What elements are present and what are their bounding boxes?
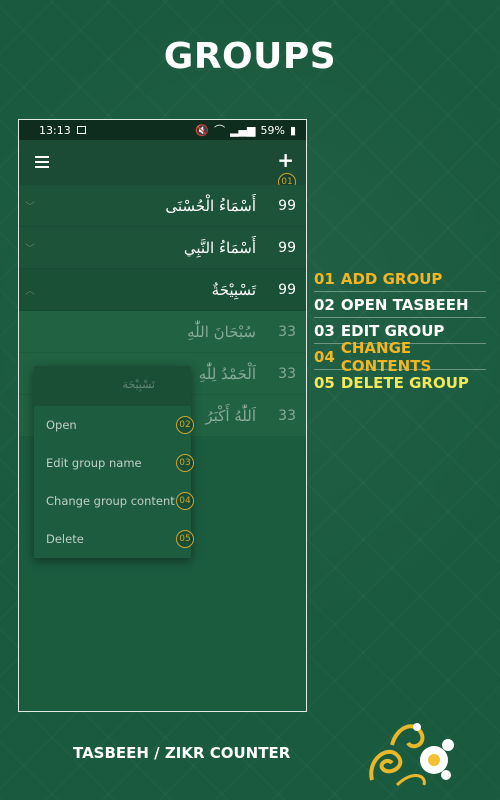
legend-item: 02 OPEN TASBEEH xyxy=(314,292,486,318)
group-label: أَسْمَاءُ الْحُسْنَى xyxy=(165,196,256,215)
context-menu-item[interactable]: Change group content 04 xyxy=(34,482,194,520)
context-menu-header: تَسْبِيْحَة xyxy=(34,366,191,406)
legend-item: 01 ADD GROUP xyxy=(314,266,486,292)
group-label: تَسْبِيْحَةٌ xyxy=(211,280,256,299)
legend-label: OPEN TASBEEH xyxy=(340,295,469,314)
group-row[interactable]: ﹀ أَسْمَاءُ الْحُسْنَى 99 xyxy=(19,185,306,227)
chevron-down-icon[interactable]: ﹀ xyxy=(25,198,35,213)
tasbeeh-label: اَللّٰهُ أَكْبَرُ xyxy=(205,406,256,425)
step-badge: 04 xyxy=(176,492,194,510)
context-menu-item[interactable]: Open 02 xyxy=(34,406,194,444)
chevron-down-icon[interactable]: ﹀ xyxy=(25,240,35,255)
legend-label: EDIT GROUP xyxy=(340,321,445,340)
group-count: 99 xyxy=(278,197,296,214)
status-time: 13:13 xyxy=(39,123,71,137)
context-menu: تَسْبِيْحَة Open 02 Edit group name 03 Chang… xyxy=(34,366,194,558)
legend-label: ADD GROUP xyxy=(340,269,443,288)
legend-number: 01 xyxy=(314,269,335,288)
legend-item: 04 CHANGE CONTENTS xyxy=(314,339,486,375)
gallery-icon xyxy=(76,126,86,134)
chevron-up-icon[interactable]: ︿ xyxy=(25,282,35,297)
context-menu-item[interactable]: Delete 05 xyxy=(34,520,194,558)
footer-title: TASBEEH / ZIKR COUNTER xyxy=(73,744,291,762)
wifi-icon: ⌒ xyxy=(214,124,226,137)
battery-icon: ▮ xyxy=(289,123,296,137)
context-menu-item-label: Open xyxy=(46,418,77,432)
legend-item: 05 DELETE GROUP xyxy=(314,370,486,396)
status-bar: 13:13 🔇 ⌒ ▂▄▆ 59% ▮ xyxy=(19,120,306,140)
tasbeeh-count: 33 xyxy=(278,323,296,340)
group-count: 99 xyxy=(278,281,296,298)
mute-icon: 🔇 xyxy=(195,123,210,137)
step-badge: 02 xyxy=(176,416,194,434)
context-menu-item-label: Delete xyxy=(46,532,84,546)
tasbeeh-label: سُبْحَانَ اللّٰهِ xyxy=(187,322,256,341)
legend-number: 04 xyxy=(314,347,335,366)
add-group-button[interactable]: + xyxy=(277,150,294,170)
menu-icon[interactable] xyxy=(35,156,49,168)
tasbeeh-count: 33 xyxy=(278,365,296,382)
group-label: أَسْمَاءُ النَّبِي xyxy=(183,238,256,257)
group-row[interactable]: ﹀ أَسْمَاءُ النَّبِي 99 xyxy=(19,227,306,269)
app-bar: + 01 xyxy=(19,140,306,191)
feature-legend: 01 ADD GROUP 02 OPEN TASBEEH 03 EDIT GROUP 04 C… xyxy=(314,266,486,396)
floral-ornament-icon xyxy=(369,723,454,787)
legend-number: 05 xyxy=(314,374,335,392)
context-menu-item-label: Edit group name xyxy=(46,456,142,470)
tasbeeh-label: اَلْحَمْدُ لِلّٰهِ xyxy=(198,364,256,383)
legend-label: DELETE GROUP xyxy=(340,374,469,392)
legend-label: CHANGE CONTENTS xyxy=(340,338,432,375)
legend-number: 03 xyxy=(314,321,335,340)
context-menu-item-label: Change group content xyxy=(46,494,175,508)
group-count: 99 xyxy=(278,239,296,256)
phone-screenshot: 13:13 🔇 ⌒ ▂▄▆ 59% ▮ + 01 ﹀ أَسْمَاءُ الْح… xyxy=(18,119,307,712)
page-title: GROUPS xyxy=(163,36,337,77)
step-badge: 05 xyxy=(176,530,194,548)
battery-label: 59% xyxy=(260,123,285,137)
group-row[interactable]: ︿ تَسْبِيْحَةٌ 99 xyxy=(19,269,306,311)
legend-number: 02 xyxy=(314,295,335,314)
step-badge: 03 xyxy=(176,454,194,472)
tasbeeh-count: 33 xyxy=(278,407,296,424)
context-menu-item[interactable]: Edit group name 03 xyxy=(34,444,194,482)
tasbeeh-row[interactable]: سُبْحَانَ اللّٰهِ 33 xyxy=(19,311,306,353)
signal-icon: ▂▄▆ xyxy=(230,123,256,137)
